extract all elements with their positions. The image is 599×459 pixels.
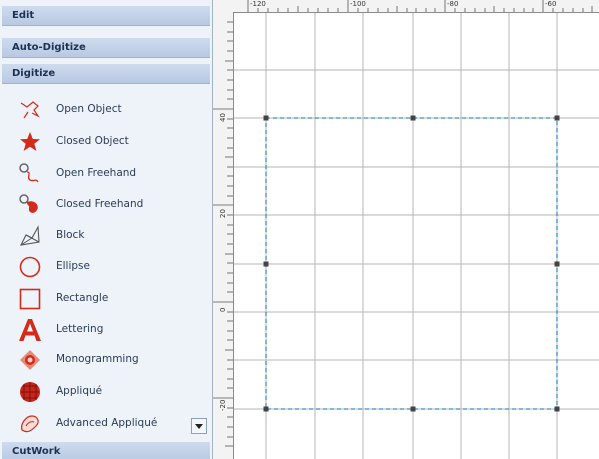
tool-lettering[interactable]: Lettering xyxy=(18,316,208,344)
tool-label: Block xyxy=(56,229,85,241)
advanced-applique-icon xyxy=(21,415,39,433)
section-auto-digitize[interactable]: Auto-Digitize xyxy=(2,38,210,58)
canvas-drawing xyxy=(234,13,599,459)
tool-label: Ellipse xyxy=(56,260,90,272)
digitize-sidebar: Edit Auto-Digitize Digitize Open Object … xyxy=(0,0,213,459)
ruler-label: -120 xyxy=(250,0,266,8)
ruler-label: 40 xyxy=(219,113,227,122)
vertical-ruler-ticks xyxy=(213,21,233,447)
rectangle-icon xyxy=(19,288,41,310)
ruler-label: -100 xyxy=(350,0,366,8)
section-edit[interactable]: Edit xyxy=(2,6,210,26)
tool-label: Rectangle xyxy=(56,292,109,304)
tool-label: Advanced Appliqué xyxy=(56,417,158,429)
ruler-label: -80 xyxy=(447,0,459,8)
ruler-label: 20 xyxy=(219,209,227,218)
design-canvas[interactable] xyxy=(234,13,599,459)
tool-closed-freehand[interactable]: Closed Freehand xyxy=(18,191,208,219)
applique-icon xyxy=(20,382,40,402)
tool-open-object[interactable]: Open Object xyxy=(18,96,208,124)
vertical-ruler: 40 20 0 -20 xyxy=(213,12,234,459)
scroll-down-button[interactable] xyxy=(191,418,207,434)
closed-freehand-icon xyxy=(19,194,38,213)
tool-label: Open Freehand xyxy=(56,167,137,179)
tool-block[interactable]: Block xyxy=(18,222,208,250)
tool-label: Closed Object xyxy=(56,135,129,147)
section-digitize[interactable]: Digitize xyxy=(2,64,210,84)
open-object-icon xyxy=(20,101,40,119)
horizontal-ruler: -120 -100 -80 -60 xyxy=(213,0,599,13)
tool-label: Monogramming xyxy=(56,353,139,365)
tool-advanced-applique[interactable]: Advanced Appliqué xyxy=(18,410,208,438)
ruler-label: 0 xyxy=(219,307,227,312)
tool-applique[interactable]: Appliqué xyxy=(18,378,208,406)
tool-label: Appliqué xyxy=(56,385,103,397)
grid-lines xyxy=(234,13,599,459)
lettering-icon xyxy=(19,319,41,341)
tool-label: Closed Freehand xyxy=(56,198,144,210)
tool-closed-object[interactable]: Closed Object xyxy=(18,128,208,156)
section-cutwork[interactable]: CutWork xyxy=(2,442,210,459)
tool-rectangle[interactable]: Rectangle xyxy=(18,285,208,313)
ellipse-icon xyxy=(19,256,41,278)
monogramming-icon xyxy=(20,350,40,370)
tool-open-freehand[interactable]: Open Freehand xyxy=(18,160,208,188)
block-icon xyxy=(20,225,40,246)
tool-ellipse[interactable]: Ellipse xyxy=(18,253,208,281)
ruler-label: -20 xyxy=(219,399,227,411)
horizontal-ruler-ticks xyxy=(247,0,593,12)
tool-label: Lettering xyxy=(56,323,104,335)
closed-object-icon xyxy=(20,132,40,151)
ruler-label: -60 xyxy=(545,0,557,8)
tool-label: Open Object xyxy=(56,103,122,115)
open-freehand-icon xyxy=(19,163,39,183)
tool-monogramming[interactable]: Monogramming xyxy=(18,346,208,374)
